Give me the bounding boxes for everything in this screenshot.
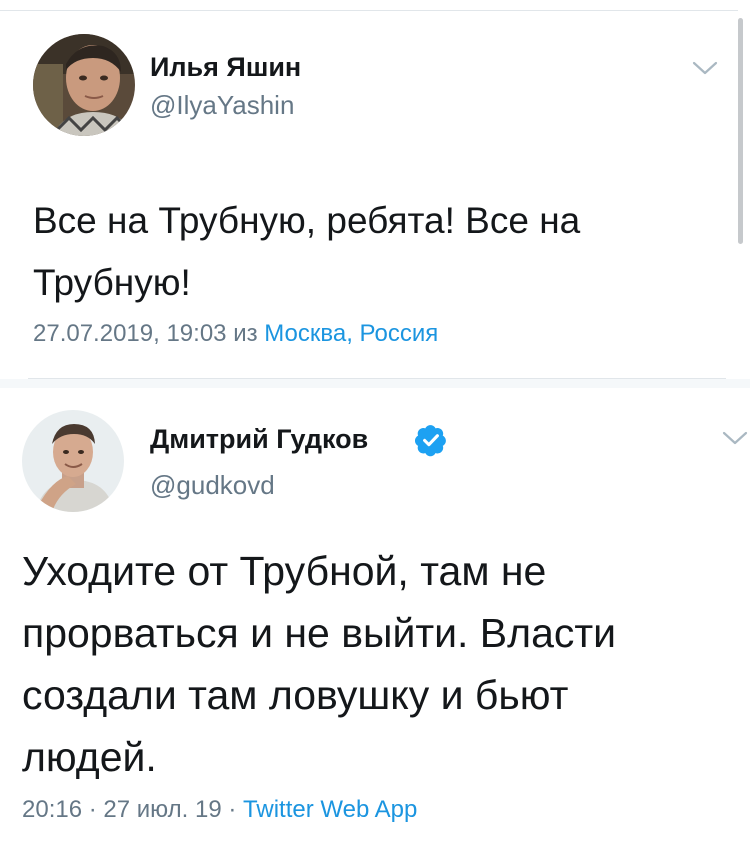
- author-name[interactable]: Дмитрий Гудков: [150, 424, 368, 455]
- avatar[interactable]: [22, 410, 124, 512]
- chevron-down-icon[interactable]: [690, 58, 720, 78]
- author-handle[interactable]: @gudkovd: [150, 470, 275, 501]
- tweet-text-line: людей.: [22, 734, 157, 780]
- author-handle[interactable]: @IlyaYashin: [150, 90, 294, 121]
- meta-separator: ·: [228, 796, 237, 823]
- tweet-text-line: Уходите от Трубной, там не: [22, 548, 547, 594]
- top-border: [0, 10, 738, 11]
- location-link[interactable]: Москва, Россия: [264, 320, 438, 347]
- meta-separator: ·: [88, 796, 97, 823]
- location-prefix: из: [233, 320, 258, 347]
- tweet-meta: 20:16 · 27 июл. 19 · Twitter Web App: [22, 796, 417, 824]
- tweet-text: Все на Трубную, ребята! Все на Трубную!: [33, 190, 580, 314]
- chevron-down-icon[interactable]: [720, 428, 750, 448]
- tweet-meta: 27.07.2019, 19:03 из Москва, Россия: [33, 320, 438, 348]
- scrollbar[interactable]: [738, 18, 743, 244]
- avatar[interactable]: [33, 34, 135, 136]
- tweet-text-line: Трубную!: [33, 262, 191, 303]
- source-link[interactable]: Twitter Web App: [243, 796, 417, 823]
- tweet-text-line: прорваться и не выйти. Власти: [22, 610, 617, 656]
- timestamp[interactable]: 27.07.2019, 19:03: [33, 320, 227, 347]
- author-name[interactable]: Илья Яшин: [150, 52, 301, 83]
- verified-badge-icon: [414, 425, 446, 457]
- tweet-text-line: Все на Трубную, ребята! Все на: [33, 200, 581, 241]
- tweet-time[interactable]: 20:16: [22, 796, 82, 823]
- tweet-card-gudkov[interactable]: Дмитрий Гудков @gudkovd Уходите от Трубн…: [0, 388, 748, 854]
- tweet-card-yashin[interactable]: Илья Яшин @IlyaYashin Все на Трубную, ре…: [0, 12, 738, 378]
- tweet-date[interactable]: 27 июл. 19: [103, 796, 221, 823]
- tweet-text: Уходите от Трубной, там не прорваться и …: [22, 540, 616, 788]
- tweet-separator: [0, 379, 750, 388]
- tweet-text-line: создали там ловушку и бьют: [22, 672, 569, 718]
